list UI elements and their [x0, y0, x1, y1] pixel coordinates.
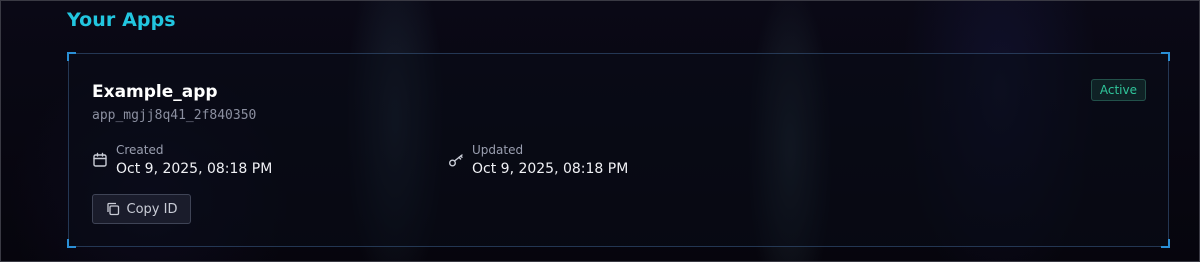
card-corner-bottom-right [1161, 239, 1170, 248]
key-icon [448, 152, 464, 168]
created-value: Oct 9, 2025, 08:18 PM [116, 161, 273, 177]
copy-id-button[interactable]: Copy ID [92, 194, 191, 224]
app-name: Example_app [92, 82, 218, 102]
section-title: Your Apps [67, 9, 176, 31]
calendar-icon [92, 152, 108, 168]
card-corner-bottom-left [67, 239, 76, 248]
app-id: app_mgjj8q41_2f840350 [92, 108, 257, 123]
card-corner-top-left [67, 52, 76, 61]
updated-label: Updated [472, 143, 524, 157]
card-corner-top-right [1161, 52, 1170, 61]
updated-info: Updated Oct 9, 2025, 08:18 PM [448, 143, 628, 179]
app-card: Example_app app_mgjj8q41_2f840350 Active… [67, 52, 1170, 248]
created-info: Created Oct 9, 2025, 08:18 PM [92, 143, 272, 179]
status-badge: Active [1090, 79, 1146, 101]
copy-id-label: Copy ID [126, 201, 178, 217]
copy-icon [106, 202, 120, 216]
created-label: Created [116, 143, 164, 157]
updated-value: Oct 9, 2025, 08:18 PM [472, 161, 629, 177]
